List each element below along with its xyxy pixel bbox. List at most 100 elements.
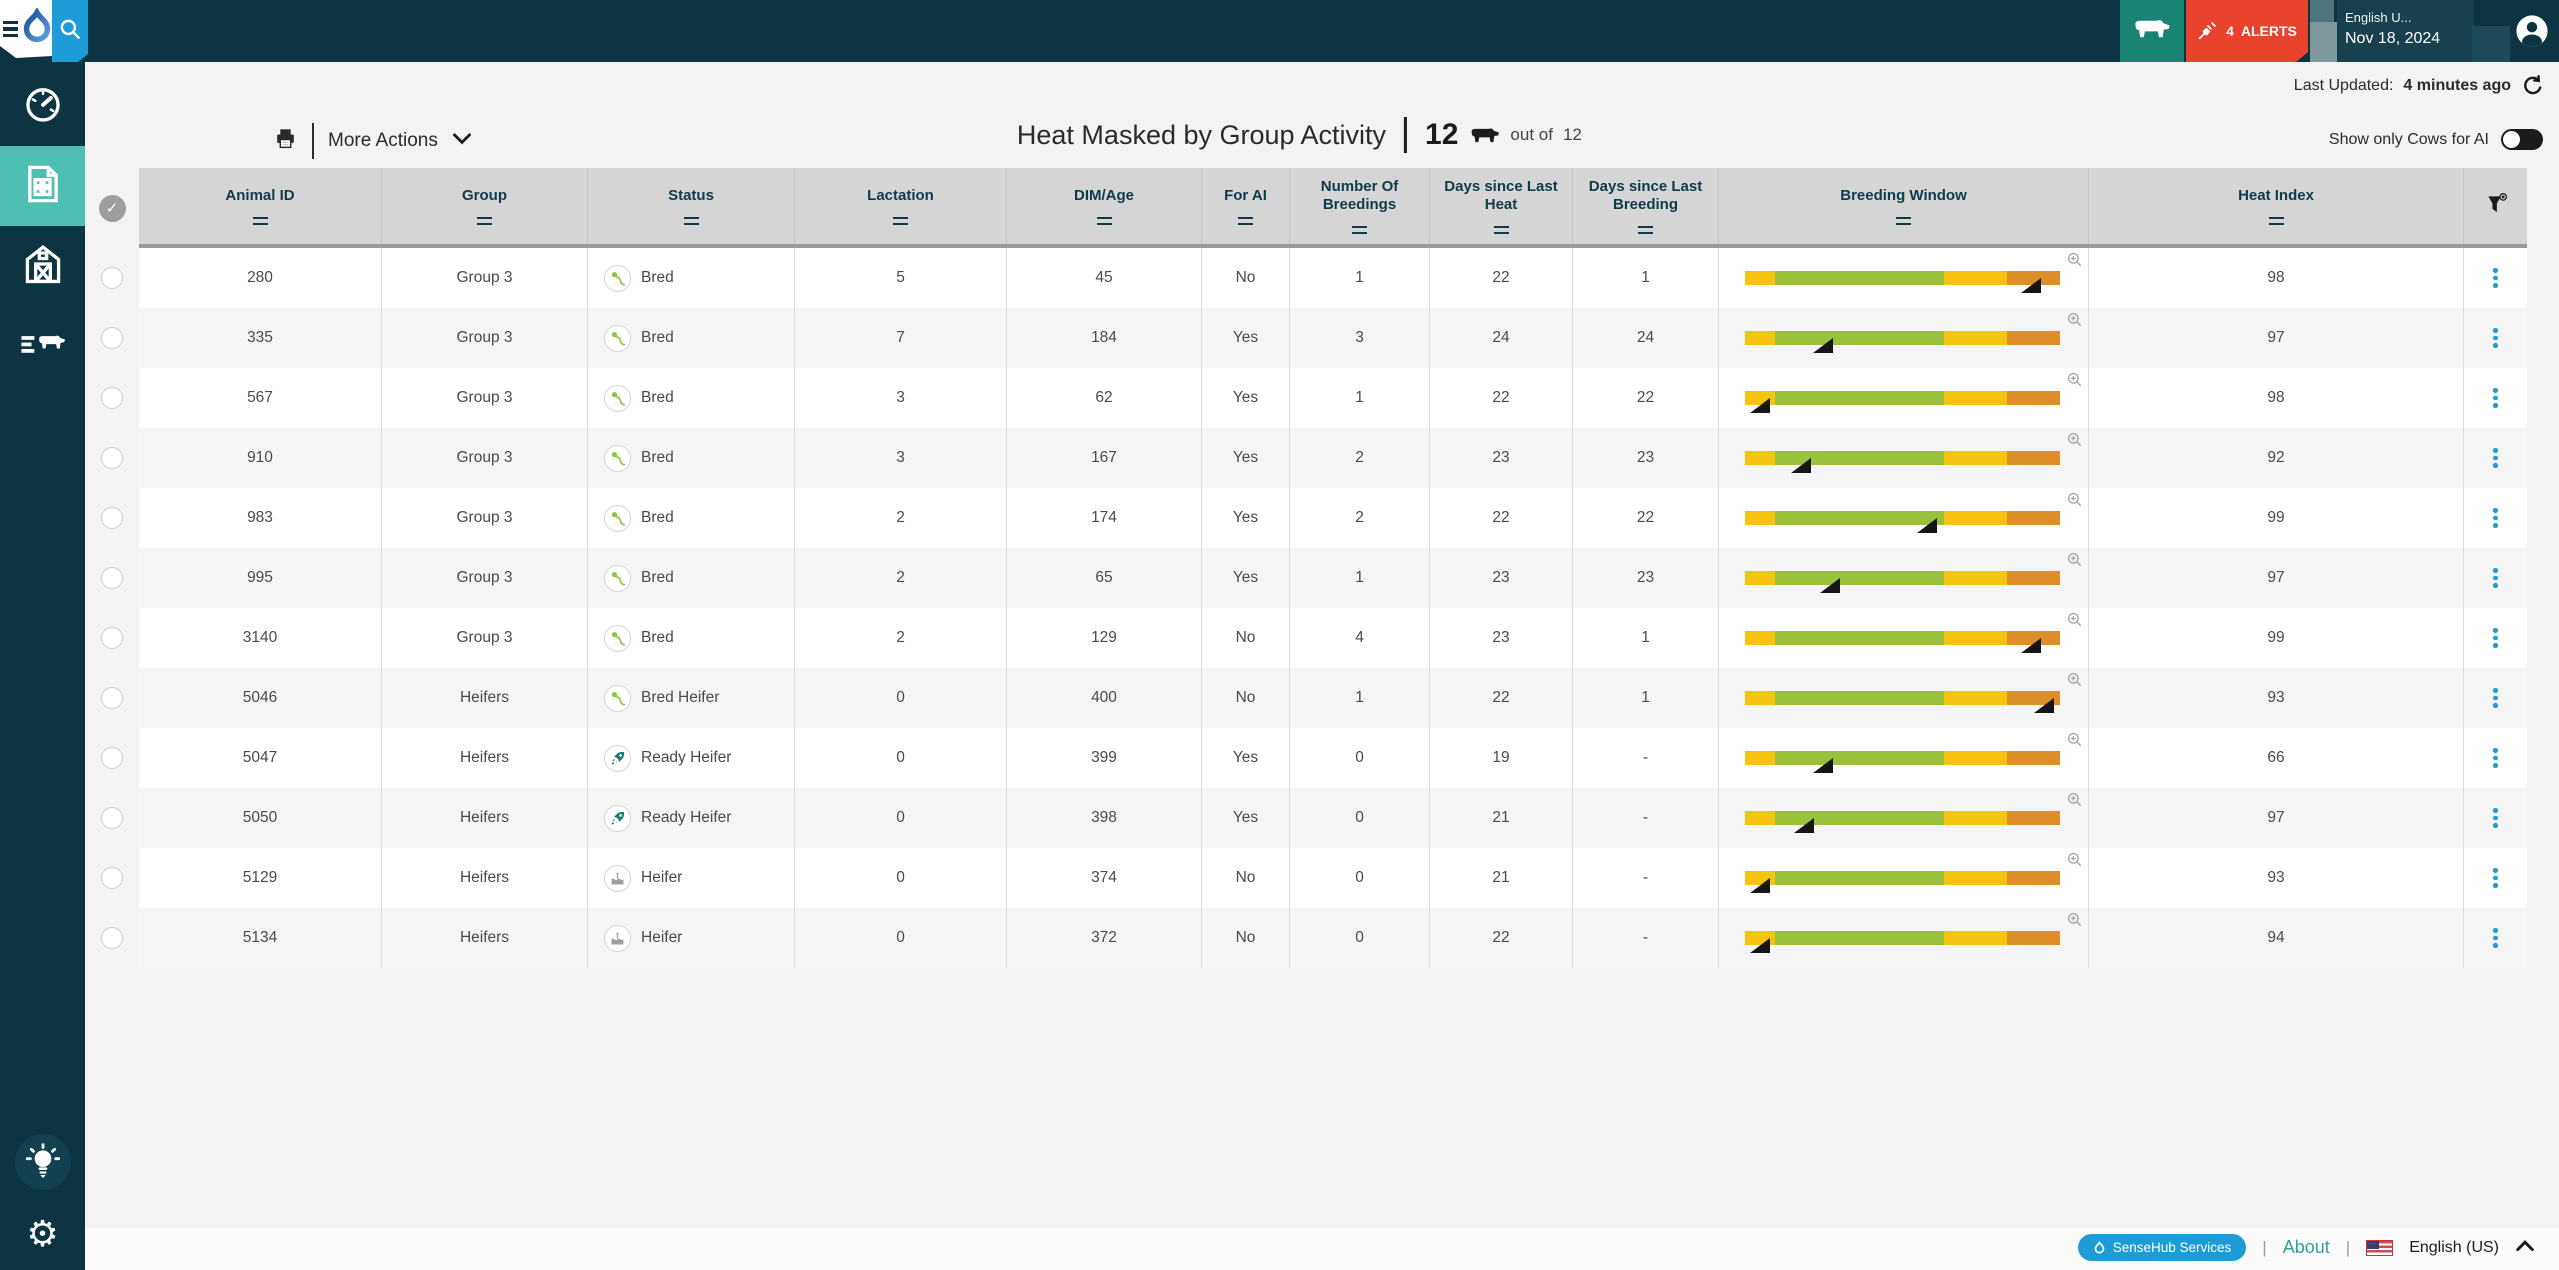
table-row[interactable]: 5047 Heifers Ready Heifer 0 399 Yes 0 19… <box>139 728 2527 788</box>
table-filter-button[interactable] <box>2464 168 2527 244</box>
table-row[interactable]: 5046 Heifers Bred Heifer 0 400 No 1 22 1… <box>139 668 2527 728</box>
row-radio-button[interactable] <box>101 567 123 589</box>
row-menu-kebab-icon[interactable] <box>2493 388 2498 408</box>
cell-group: Group 3 <box>382 608 588 668</box>
table-row[interactable]: 567 Group 3 Bred 3 62 Yes 1 22 22 98 <box>139 368 2527 428</box>
row-radio-button[interactable] <box>101 927 123 949</box>
sidebar-item-tips[interactable] <box>0 1126 85 1198</box>
column-filter-icon[interactable] <box>1352 226 1367 234</box>
breeding-window-segment <box>1944 811 2007 825</box>
row-menu-kebab-icon[interactable] <box>2493 688 2498 708</box>
print-icon[interactable] <box>273 126 298 156</box>
main-content: Last Updated: 4 minutes ago More Actions <box>85 62 2559 1270</box>
magnifier-zoom-icon[interactable] <box>2066 911 2083 933</box>
hamburger-menu-icon[interactable] <box>3 21 18 38</box>
chevron-up-icon[interactable] <box>2515 1239 2535 1257</box>
column-header-status[interactable]: Status <box>588 168 795 244</box>
sidebar-item-reports[interactable] <box>0 146 85 226</box>
column-filter-icon[interactable] <box>2269 217 2284 225</box>
language-date-display[interactable]: English U... Nov 18, 2024 <box>2345 8 2463 50</box>
about-link[interactable]: About <box>2283 1237 2330 1258</box>
column-header-number-of-breedings[interactable]: Number Of Breedings <box>1290 168 1430 244</box>
column-filter-icon[interactable] <box>893 217 908 225</box>
sidebar-item-farm[interactable] <box>0 226 85 306</box>
table-row[interactable]: 3140 Group 3 Bred 2 129 No 4 23 1 99 <box>139 608 2527 668</box>
row-radio-button[interactable] <box>101 447 123 469</box>
column-header-days-since-last-breeding[interactable]: Days since Last Breeding <box>1573 168 1719 244</box>
magnifier-zoom-icon[interactable] <box>2066 791 2083 813</box>
column-header-group[interactable]: Group <box>382 168 588 244</box>
column-filter-icon[interactable] <box>1238 217 1253 225</box>
heat-marker-icon <box>1820 578 1840 593</box>
column-header-for-ai[interactable]: For AI <box>1202 168 1290 244</box>
more-actions-menu[interactable]: More Actions <box>273 123 472 159</box>
column-filter-icon[interactable] <box>1638 226 1653 234</box>
magnifier-zoom-icon[interactable] <box>2066 251 2083 273</box>
row-menu-kebab-icon[interactable] <box>2493 568 2498 588</box>
magnifier-zoom-icon[interactable] <box>2066 851 2083 873</box>
table-row[interactable]: 335 Group 3 Bred 7 184 Yes 3 24 24 97 <box>139 308 2527 368</box>
row-menu-kebab-icon[interactable] <box>2493 328 2498 348</box>
row-radio-button[interactable] <box>101 387 123 409</box>
sensehub-droplet-logo <box>20 8 54 51</box>
search-button[interactable] <box>52 0 88 62</box>
row-menu-kebab-icon[interactable] <box>2493 628 2498 648</box>
select-all-checkbox[interactable]: ✓ <box>99 195 126 222</box>
column-filter-icon[interactable] <box>1097 217 1112 225</box>
table-row[interactable]: 5134 Heifers Heifer 0 372 No 0 22 - 94 <box>139 908 2527 968</box>
table-row[interactable]: 983 Group 3 Bred 2 174 Yes 2 22 22 99 <box>139 488 2527 548</box>
row-radio-button[interactable] <box>101 327 123 349</box>
table-row[interactable]: 5129 Heifers Heifer 0 374 No 0 21 - 93 <box>139 848 2527 908</box>
table-row[interactable]: 5050 Heifers Ready Heifer 0 398 Yes 0 21… <box>139 788 2527 848</box>
alerts-button[interactable]: 4 ALERTS <box>2186 0 2308 62</box>
footer-language-selector[interactable]: English (US) <box>2409 1239 2499 1257</box>
sensehub-services-button[interactable]: SenseHub Services <box>2078 1234 2247 1261</box>
show-only-toggle[interactable] <box>2501 129 2543 150</box>
column-header-lactation[interactable]: Lactation <box>795 168 1007 244</box>
column-filter-icon[interactable] <box>253 217 268 225</box>
magnifier-zoom-icon[interactable] <box>2066 611 2083 633</box>
magnifier-zoom-icon[interactable] <box>2066 671 2083 693</box>
table-row[interactable]: 280 Group 3 Bred 5 45 No 1 22 1 98 <box>139 248 2527 308</box>
table-row[interactable]: 910 Group 3 Bred 3 167 Yes 2 23 23 92 <box>139 428 2527 488</box>
column-header-breeding-window[interactable]: Breeding Window <box>1719 168 2089 244</box>
column-header-days-since-last-heat[interactable]: Days since Last Heat <box>1430 168 1573 244</box>
row-radio-button[interactable] <box>101 867 123 889</box>
row-menu-kebab-icon[interactable] <box>2493 268 2498 288</box>
column-header-dim-age[interactable]: DIM/Age <box>1007 168 1202 244</box>
row-radio-button[interactable] <box>101 747 123 769</box>
row-menu-kebab-icon[interactable] <box>2493 748 2498 768</box>
row-radio-button[interactable] <box>101 267 123 289</box>
magnifier-zoom-icon[interactable] <box>2066 551 2083 573</box>
column-filter-icon[interactable] <box>1896 217 1911 225</box>
sidebar-item-dashboard[interactable] <box>0 66 85 146</box>
row-radio-button[interactable] <box>101 507 123 529</box>
row-radio-button[interactable] <box>101 627 123 649</box>
magnifier-zoom-icon[interactable] <box>2066 491 2083 513</box>
magnifier-zoom-icon[interactable] <box>2066 371 2083 393</box>
refresh-icon[interactable] <box>2521 74 2545 98</box>
column-filter-icon[interactable] <box>477 217 492 225</box>
row-radio-button[interactable] <box>101 687 123 709</box>
column-filter-icon[interactable] <box>684 217 699 225</box>
row-radio-button[interactable] <box>101 807 123 829</box>
cell-status: Bred <box>588 548 795 608</box>
magnifier-zoom-icon[interactable] <box>2066 431 2083 453</box>
magnifier-zoom-icon[interactable] <box>2066 311 2083 333</box>
row-menu-kebab-icon[interactable] <box>2493 508 2498 528</box>
table-row[interactable]: 995 Group 3 Bred 2 65 Yes 1 23 23 97 <box>139 548 2527 608</box>
sidebar-item-settings[interactable]: ⚙ <box>0 1198 85 1270</box>
row-menu-kebab-icon[interactable] <box>2493 868 2498 888</box>
column-header-heat-index[interactable]: Heat Index <box>2089 168 2464 244</box>
cows-button[interactable] <box>2120 0 2184 62</box>
row-menu-kebab-icon[interactable] <box>2493 928 2498 948</box>
row-menu-kebab-icon[interactable] <box>2493 808 2498 828</box>
row-menu-kebab-icon[interactable] <box>2493 448 2498 468</box>
table-grid: Animal ID Group Status Lactation DIM/Age… <box>139 168 2527 968</box>
sidebar-item-sort-cows[interactable] <box>0 306 85 386</box>
column-header-animal-id[interactable]: Animal ID <box>139 168 382 244</box>
user-account-button[interactable] <box>2515 14 2549 48</box>
magnifier-zoom-icon[interactable] <box>2066 731 2083 753</box>
column-filter-icon[interactable] <box>1494 226 1509 234</box>
cell-heat-index: 97 <box>2089 548 2464 608</box>
